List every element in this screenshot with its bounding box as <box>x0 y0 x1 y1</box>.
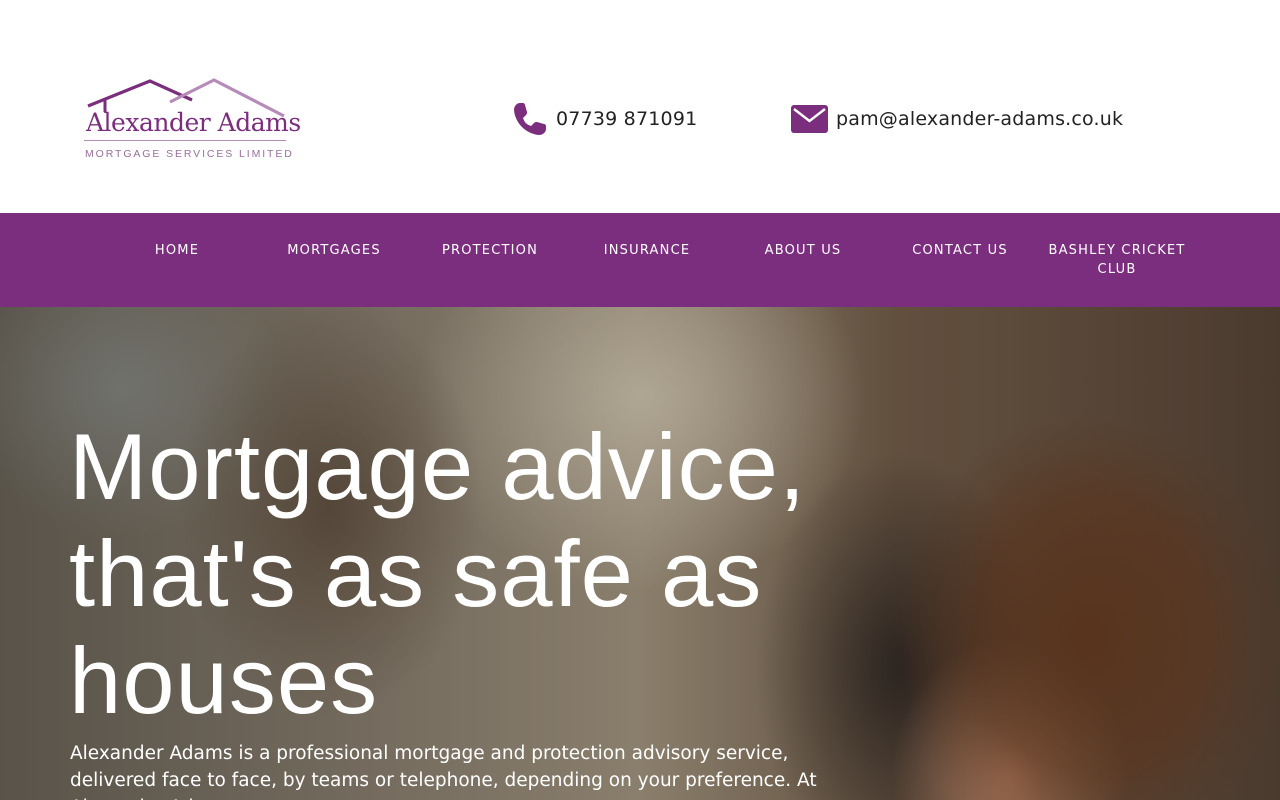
nav-item-bashley-cricket-club[interactable]: BASHLEY CRICKET CLUB <box>1042 241 1192 279</box>
hero-description: Alexander Adams is a professional mortga… <box>70 743 817 800</box>
nav-item-about-us[interactable]: ABOUT US <box>728 241 878 260</box>
phone-contact[interactable]: 07739 871091 <box>512 100 697 138</box>
nav-item-mortgages[interactable]: MORTGAGES <box>259 241 409 260</box>
nav-item-home[interactable]: HOME <box>102 241 252 260</box>
hero-title: Mortgage advice, that's as safe as house… <box>69 414 807 733</box>
logo-wordmark: Alexander Adams <box>86 108 301 137</box>
phone-number[interactable]: 07739 871091 <box>556 108 697 130</box>
nav-item-protection[interactable]: PROTECTION <box>415 241 565 260</box>
logo-tagline: MORTGAGE SERVICES LIMITED <box>85 148 294 160</box>
phone-icon <box>512 101 548 137</box>
main-navigation: HOME MORTGAGES PROTECTION INSURANCE ABOU… <box>0 213 1280 307</box>
nav-item-insurance[interactable]: INSURANCE <box>572 241 722 260</box>
hero-banner: Mortgage advice, that's as safe as house… <box>0 307 1280 800</box>
site-header: Alexander Adams MORTGAGE SERVICES LIMITE… <box>0 0 1280 213</box>
logo-divider <box>84 140 286 141</box>
logo[interactable]: Alexander Adams MORTGAGE SERVICES LIMITE… <box>84 78 301 164</box>
nav-item-contact-us[interactable]: CONTACT US <box>885 241 1035 260</box>
email-address[interactable]: pam@alexander-adams.co.uk <box>836 108 1123 130</box>
email-contact[interactable]: pam@alexander-adams.co.uk <box>791 100 1123 138</box>
envelope-icon <box>791 105 828 133</box>
